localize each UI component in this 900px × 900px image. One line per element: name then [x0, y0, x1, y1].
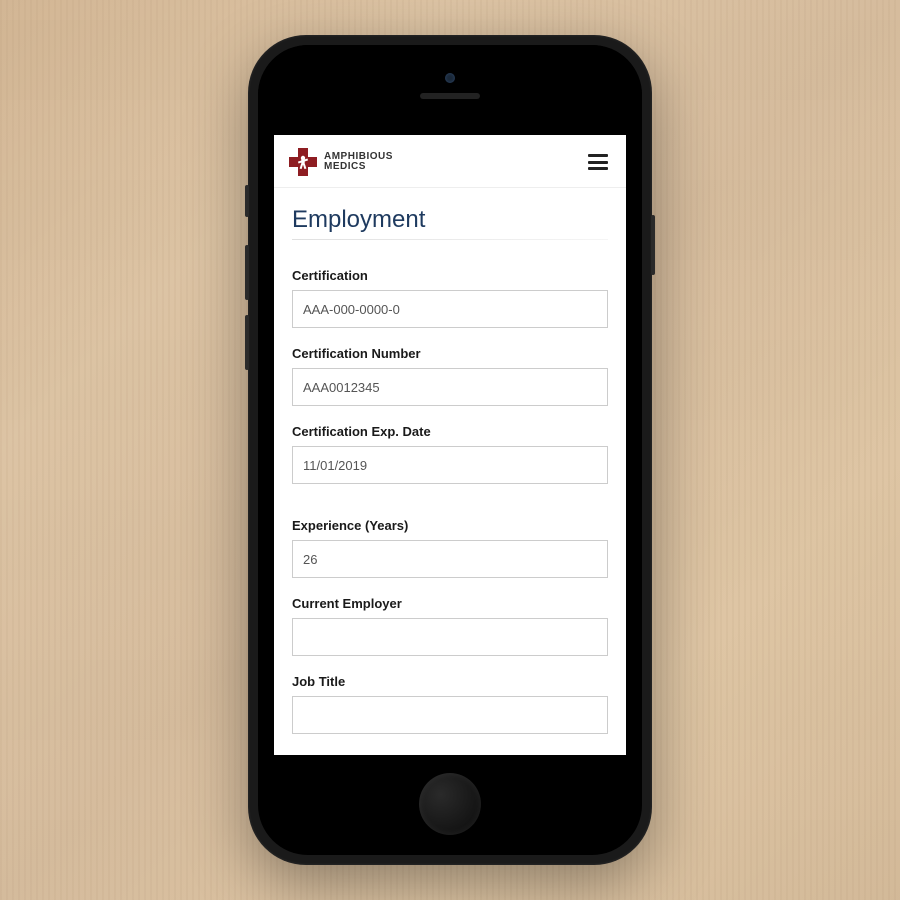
field-certification-exp-date: Certification Exp. Date	[292, 424, 608, 484]
current-employer-input[interactable]	[292, 618, 608, 656]
phone-side-button	[651, 215, 655, 275]
experience-years-label: Experience (Years)	[292, 518, 608, 533]
hamburger-menu-icon[interactable]	[588, 154, 608, 170]
phone-speaker	[420, 93, 480, 99]
page-title: Employment	[292, 206, 608, 240]
phone-home-button[interactable]	[419, 773, 481, 835]
phone-camera	[445, 73, 455, 83]
page-content: Employment Certification Certification N…	[274, 188, 626, 755]
certification-number-input[interactable]	[292, 368, 608, 406]
logo-cross-icon	[288, 147, 318, 177]
job-title-input[interactable]	[292, 696, 608, 734]
phone-inner: AMPHIBIOUS MEDICS Employment Certificati…	[258, 45, 642, 855]
certification-exp-date-label: Certification Exp. Date	[292, 424, 608, 439]
phone-side-button	[245, 245, 249, 300]
certification-exp-date-input[interactable]	[292, 446, 608, 484]
certification-number-label: Certification Number	[292, 346, 608, 361]
phone-top-bezel	[258, 45, 642, 135]
phone-side-button	[245, 185, 249, 217]
phone-frame: AMPHIBIOUS MEDICS Employment Certificati…	[248, 35, 652, 865]
certification-label: Certification	[292, 268, 608, 283]
job-title-label: Job Title	[292, 674, 608, 689]
logo-line2: MEDICS	[324, 162, 393, 172]
current-employer-label: Current Employer	[292, 596, 608, 611]
field-current-employer: Current Employer	[292, 596, 608, 656]
certification-input[interactable]	[292, 290, 608, 328]
logo-text: AMPHIBIOUS MEDICS	[324, 152, 393, 172]
app-screen: AMPHIBIOUS MEDICS Employment Certificati…	[274, 135, 626, 755]
field-certification-number: Certification Number	[292, 346, 608, 406]
logo[interactable]: AMPHIBIOUS MEDICS	[288, 147, 393, 177]
field-job-title: Job Title	[292, 674, 608, 734]
field-certification: Certification	[292, 268, 608, 328]
phone-side-button	[245, 315, 249, 370]
experience-years-input[interactable]	[292, 540, 608, 578]
field-experience-years: Experience (Years)	[292, 518, 608, 578]
app-header: AMPHIBIOUS MEDICS	[274, 135, 626, 188]
